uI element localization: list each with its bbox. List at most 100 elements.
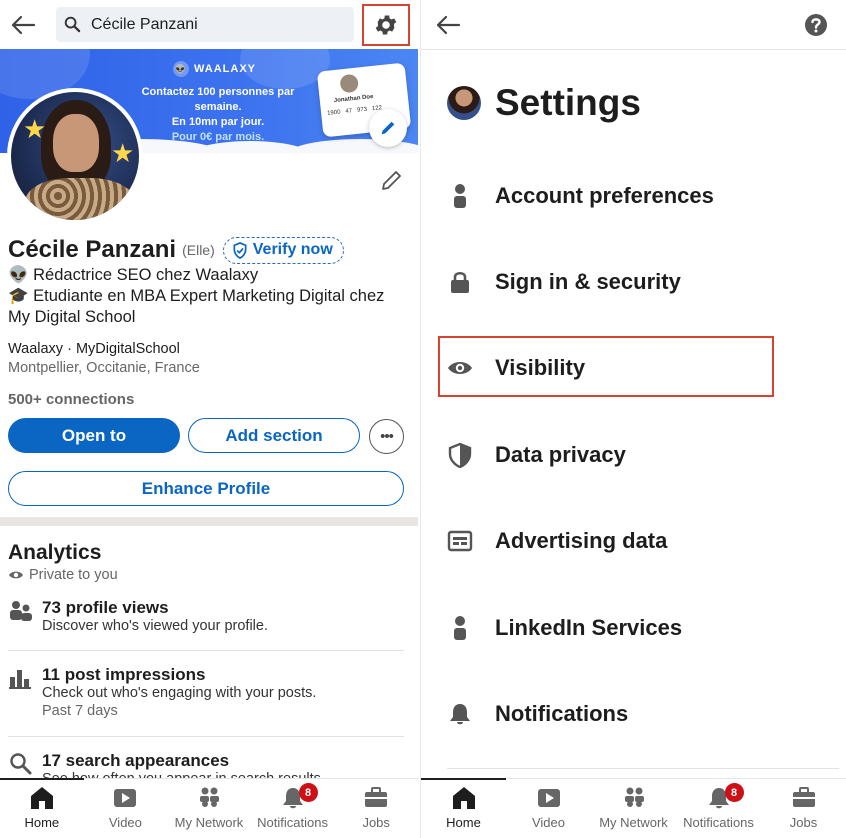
settings-data-privacy[interactable]: Data privacy xyxy=(447,431,626,479)
nav-my-network[interactable]: My Network xyxy=(591,779,676,838)
ad-icon xyxy=(447,530,473,552)
person-icon xyxy=(454,184,466,208)
enhance-profile-button[interactable]: Enhance Profile xyxy=(8,471,404,506)
settings-linkedin-services[interactable]: LinkedIn Services xyxy=(447,604,682,652)
add-section-button[interactable]: Add section xyxy=(188,418,360,453)
mini-card-name: Jonathan Doe xyxy=(333,94,374,105)
nav-video[interactable]: Video xyxy=(84,779,168,838)
notification-badge: 8 xyxy=(298,783,318,802)
top-bar-divider xyxy=(421,49,846,50)
star-icon: ★ xyxy=(23,114,47,144)
profile-name: Cécile Panzani xyxy=(8,236,177,263)
headline-line: 👽 Rédactrice SEO chez Waalaxy xyxy=(8,266,259,284)
settings-account-preferences[interactable]: Account preferences xyxy=(447,172,714,220)
search-icon xyxy=(64,16,81,33)
nav-label: My Network xyxy=(599,815,668,830)
settings-item-label: LinkedIn Services xyxy=(495,615,683,640)
video-icon xyxy=(537,789,560,807)
settings-notifications[interactable]: Notifications xyxy=(447,690,628,738)
profile-education[interactable]: Waalaxy · MyDigitalSchool xyxy=(8,341,180,357)
briefcase-icon xyxy=(365,787,388,807)
banner-line-2: En 10mn par jour. xyxy=(171,116,265,128)
analytics-item-title: 11 post impressions xyxy=(42,665,206,684)
mini-card-avatar xyxy=(339,73,360,94)
analytics-item-desc: Check out who's engaging with your posts… xyxy=(42,685,317,701)
home-icon xyxy=(30,787,53,809)
nav-notifications[interactable]: 8 Notifications xyxy=(676,779,761,838)
nav-label: Jobs xyxy=(789,815,818,830)
profile-top-bar: Cécile Panzani xyxy=(0,0,418,49)
analytics-item-title: 73 profile views xyxy=(42,598,169,617)
settings-advertising-data[interactable]: Advertising data xyxy=(447,517,667,565)
edit-profile-pencil-icon[interactable] xyxy=(378,168,404,194)
mini-card-stat: 973 xyxy=(356,106,368,114)
section-separator xyxy=(0,517,418,526)
pencil-icon xyxy=(381,121,395,135)
people-icon xyxy=(10,601,32,621)
more-options-button[interactable]: ••• xyxy=(369,419,404,454)
profile-location: Montpellier, Occitanie, France xyxy=(8,360,200,376)
settings-panel: Settings Account preferences Sign in & s… xyxy=(420,0,846,838)
settings-sign-in-security[interactable]: Sign in & security xyxy=(447,258,681,306)
briefcase-icon xyxy=(792,787,815,807)
profile-headline: 👽 Rédactrice SEO chez Waalaxy 🎓 Etudiant… xyxy=(8,265,408,328)
alien-icon: 👽 xyxy=(173,61,189,77)
bell-icon xyxy=(450,704,470,725)
nav-jobs[interactable]: Jobs xyxy=(761,779,846,838)
star-icon: ★ xyxy=(111,138,135,168)
nav-video[interactable]: Video xyxy=(506,779,591,838)
settings-title: Settings xyxy=(495,82,641,123)
bottom-nav: Home Video My Network 8 Notifications Jo… xyxy=(421,778,846,838)
person-icon xyxy=(454,616,466,640)
gear-icon xyxy=(375,15,397,35)
banner-line-1: Contactez 100 personnes par semaine. xyxy=(141,86,295,113)
eye-icon xyxy=(9,571,23,579)
headline-line: 🎓 Etudiante en MBA Expert Marketing Digi… xyxy=(8,287,385,326)
banner-line-3: Pour 0€ par mois. xyxy=(171,131,265,143)
settings-button[interactable] xyxy=(362,4,410,46)
back-arrow-icon[interactable] xyxy=(433,10,463,40)
analytics-private-note: Private to you xyxy=(8,567,118,583)
search-value: Cécile Panzani xyxy=(91,15,198,33)
profile-connections[interactable]: 500+ connections xyxy=(8,391,134,408)
home-icon xyxy=(452,787,475,809)
edit-banner-button[interactable] xyxy=(369,109,407,147)
nav-label: Video xyxy=(531,815,565,830)
nav-my-network[interactable]: My Network xyxy=(167,779,251,838)
nav-label: My Network xyxy=(174,815,244,830)
profile-name-row: Cécile Panzani (Elle) Verify now xyxy=(8,236,344,264)
nav-home[interactable]: Home xyxy=(421,778,506,838)
nav-jobs[interactable]: Jobs xyxy=(334,779,418,838)
back-arrow-icon[interactable] xyxy=(8,10,38,40)
open-to-button[interactable]: Open to xyxy=(8,418,180,453)
nav-label: Home xyxy=(446,815,481,830)
divider xyxy=(8,736,404,737)
settings-item-label: Data privacy xyxy=(495,442,626,467)
video-icon xyxy=(114,789,137,807)
profile-avatar[interactable]: ★ ★ xyxy=(7,88,143,224)
settings-top-bar xyxy=(421,0,846,49)
notification-badge: 8 xyxy=(724,783,744,802)
verify-now-button[interactable]: Verify now xyxy=(222,236,344,264)
analytics-title: Analytics xyxy=(8,541,102,564)
nav-label: Jobs xyxy=(362,815,390,830)
settings-item-label: Sign in & security xyxy=(495,269,681,294)
profile-panel: Cécile Panzani 👽 WAALAXY Contactez 100 p… xyxy=(0,0,418,838)
network-icon xyxy=(199,787,219,807)
verified-shield-icon xyxy=(233,241,247,259)
nav-notifications[interactable]: 8 Notifications xyxy=(251,779,335,838)
nav-home[interactable]: Home xyxy=(0,778,84,838)
mini-card-stat: 1900 xyxy=(326,109,341,117)
divider xyxy=(8,650,404,651)
shield-icon xyxy=(448,442,472,468)
verify-now-label: Verify now xyxy=(252,241,333,258)
analytics-item-sub: Past 7 days xyxy=(42,703,118,719)
analytics-item-desc: Discover who's viewed your profile. xyxy=(42,618,268,634)
banner-brand-text: WAALAXY xyxy=(194,63,256,75)
search-input[interactable]: Cécile Panzani xyxy=(56,7,354,42)
banner-brand-logo: 👽 WAALAXY xyxy=(173,61,256,77)
help-icon[interactable] xyxy=(804,13,828,37)
nav-label: Notifications xyxy=(683,815,754,830)
settings-item-label: Notifications xyxy=(495,701,629,726)
settings-item-label: Advertising data xyxy=(495,528,668,553)
